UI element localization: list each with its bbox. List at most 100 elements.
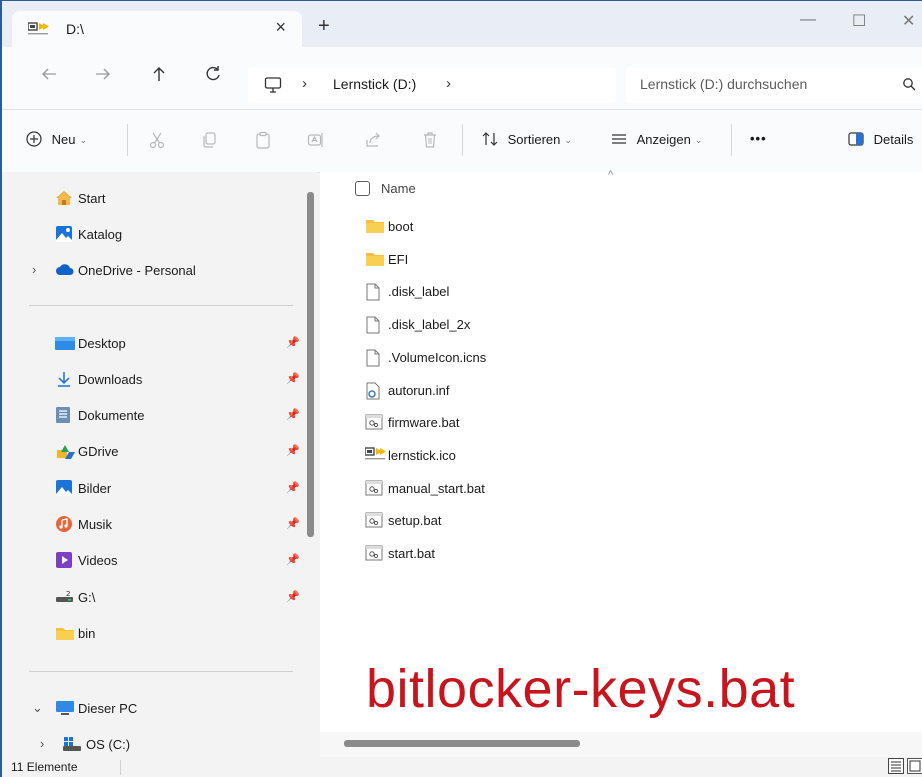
sidebar-item-g-drive[interactable]: 2 G:\ 📌 xyxy=(2,583,302,611)
copy-button[interactable] xyxy=(201,131,219,149)
config-file-icon xyxy=(365,382,383,399)
refresh-button[interactable] xyxy=(204,65,222,83)
sidebar-item-dokumente[interactable]: Dokumente 📌 xyxy=(2,401,302,429)
chevron-right-icon[interactable]: › xyxy=(40,736,44,751)
file-row[interactable]: boot xyxy=(320,211,922,241)
minimize-button[interactable]: — xyxy=(800,11,816,29)
file-name: .disk_label_2x xyxy=(388,317,471,333)
file-row[interactable]: EFI xyxy=(320,244,922,274)
music-icon xyxy=(55,515,73,533)
file-name: boot xyxy=(388,219,414,234)
videos-icon xyxy=(55,551,73,569)
plus-circle-icon xyxy=(26,131,42,147)
overlay-caption: bitlocker-keys.bat xyxy=(366,659,796,719)
maximize-button[interactable]: ☐ xyxy=(852,11,866,31)
close-window-button[interactable]: ✕ xyxy=(902,11,915,31)
file-row[interactable]: manual_start.bat xyxy=(320,473,922,503)
pin-icon[interactable]: 📌 xyxy=(286,336,300,349)
up-button[interactable] xyxy=(151,65,167,83)
file-row[interactable]: .disk_label xyxy=(320,276,922,306)
new-tab-button[interactable]: + xyxy=(318,16,330,36)
select-all-checkbox[interactable] xyxy=(355,181,370,196)
sidebar-item-onedrive[interactable]: › OneDrive - Personal xyxy=(2,256,302,284)
sidebar-item-os-c[interactable]: › OS (C:) xyxy=(2,730,302,758)
sort-icon xyxy=(482,132,498,146)
new-button[interactable]: Neu ⌄ xyxy=(26,131,87,147)
pin-icon[interactable]: 📌 xyxy=(286,553,300,566)
status-divider xyxy=(120,760,121,775)
breadcrumb-dropdown[interactable]: › xyxy=(446,75,451,92)
details-view-icon xyxy=(891,761,901,772)
sidebar-item-gdrive[interactable]: GDrive 📌 xyxy=(2,437,302,465)
details-pane-button[interactable]: Details xyxy=(848,131,913,147)
file-icon xyxy=(365,349,383,367)
pin-icon[interactable]: 📌 xyxy=(286,408,300,421)
sidebar-item-downloads[interactable]: Downloads 📌 xyxy=(2,365,302,393)
file-icon xyxy=(365,283,383,301)
chevron-down-icon[interactable]: ⌄ xyxy=(32,700,43,716)
drive-icon: 2 xyxy=(55,588,73,606)
sort-button[interactable]: Sortieren ⌄ xyxy=(482,131,572,147)
sidebar-item-desktop[interactable]: Desktop 📌 xyxy=(2,329,302,357)
more-options-button[interactable]: ••• xyxy=(750,131,767,146)
file-row[interactable]: setup.bat xyxy=(320,505,922,535)
navigation-pane: Start Katalog › OneDrive - Personal Desk… xyxy=(2,172,318,757)
tiles-view-button[interactable] xyxy=(907,758,922,774)
pin-icon[interactable]: 📌 xyxy=(286,590,300,603)
document-icon xyxy=(55,406,73,424)
breadcrumb-separator[interactable]: › xyxy=(302,75,307,92)
pin-icon[interactable]: 📌 xyxy=(286,444,300,457)
pin-icon[interactable]: 📌 xyxy=(286,372,300,385)
gdrive-icon xyxy=(55,442,75,460)
sidebar-item-katalog[interactable]: Katalog xyxy=(2,220,302,248)
sidebar-item-bilder[interactable]: Bilder 📌 xyxy=(2,474,302,502)
pictures-icon xyxy=(55,479,73,497)
file-row[interactable]: autorun.inf xyxy=(320,375,922,405)
breadcrumb-lernstick[interactable]: Lernstick (D:) xyxy=(333,76,416,92)
sidebar-item-videos[interactable]: Videos 📌 xyxy=(2,546,302,574)
file-row[interactable]: .disk_label_2x xyxy=(320,309,922,339)
column-header-name[interactable]: Name xyxy=(381,181,416,196)
file-row[interactable]: .VolumeIcon.icns xyxy=(320,342,922,372)
folder-icon xyxy=(365,218,384,234)
sidebar-item-start[interactable]: Start xyxy=(2,184,302,212)
paste-button[interactable] xyxy=(254,131,272,149)
file-row[interactable]: firmware.bat xyxy=(320,407,922,437)
status-bar: 11 Elemente xyxy=(2,757,922,777)
tab-close-button[interactable]: × xyxy=(275,17,286,38)
rename-button[interactable] xyxy=(307,131,325,149)
trash-icon xyxy=(424,132,436,148)
share-button[interactable] xyxy=(364,131,382,149)
cut-button[interactable] xyxy=(148,131,166,149)
monitor-icon xyxy=(264,76,282,94)
details-view-button[interactable] xyxy=(888,758,904,774)
toolbar-divider xyxy=(127,124,128,156)
forward-button[interactable] xyxy=(94,65,112,83)
view-button[interactable]: Anzeigen ⌄ xyxy=(611,131,702,147)
sidebar-item-bin[interactable]: bin xyxy=(2,619,302,647)
sidebar-item-musik[interactable]: Musik 📌 xyxy=(2,510,302,538)
address-bar[interactable]: › Lernstick (D:) › xyxy=(248,67,616,103)
pin-icon[interactable]: 📌 xyxy=(286,517,300,530)
title-bar: D:\ × + — ☐ ✕ xyxy=(2,1,922,47)
search-input[interactable]: Lernstick (D:) durchsuchen xyxy=(640,76,807,92)
toolbar-divider xyxy=(462,124,463,156)
horizontal-scrollbar[interactable] xyxy=(344,740,580,747)
back-button[interactable] xyxy=(40,65,58,83)
tab-current[interactable]: D:\ × xyxy=(12,11,302,47)
sidebar-item-label: Musik xyxy=(78,517,112,532)
sidebar-scrollbar[interactable] xyxy=(307,192,314,537)
toolbar-divider xyxy=(731,124,732,156)
search-icon xyxy=(902,77,916,91)
file-row[interactable]: start.bat xyxy=(320,538,922,568)
chevron-right-icon[interactable]: › xyxy=(32,262,36,277)
file-name: start.bat xyxy=(388,546,435,561)
windows-drive-icon xyxy=(62,735,81,753)
delete-button[interactable] xyxy=(422,131,438,149)
cloud-icon xyxy=(55,261,74,279)
sidebar-item-dieser-pc[interactable]: ⌄ Dieser PC xyxy=(2,694,302,722)
search-box[interactable]: Lernstick (D:) durchsuchen xyxy=(626,67,922,103)
file-row[interactable]: lernstick.ico xyxy=(320,440,922,470)
pin-icon[interactable]: 📌 xyxy=(286,481,300,494)
lernstick-icon xyxy=(365,447,386,463)
